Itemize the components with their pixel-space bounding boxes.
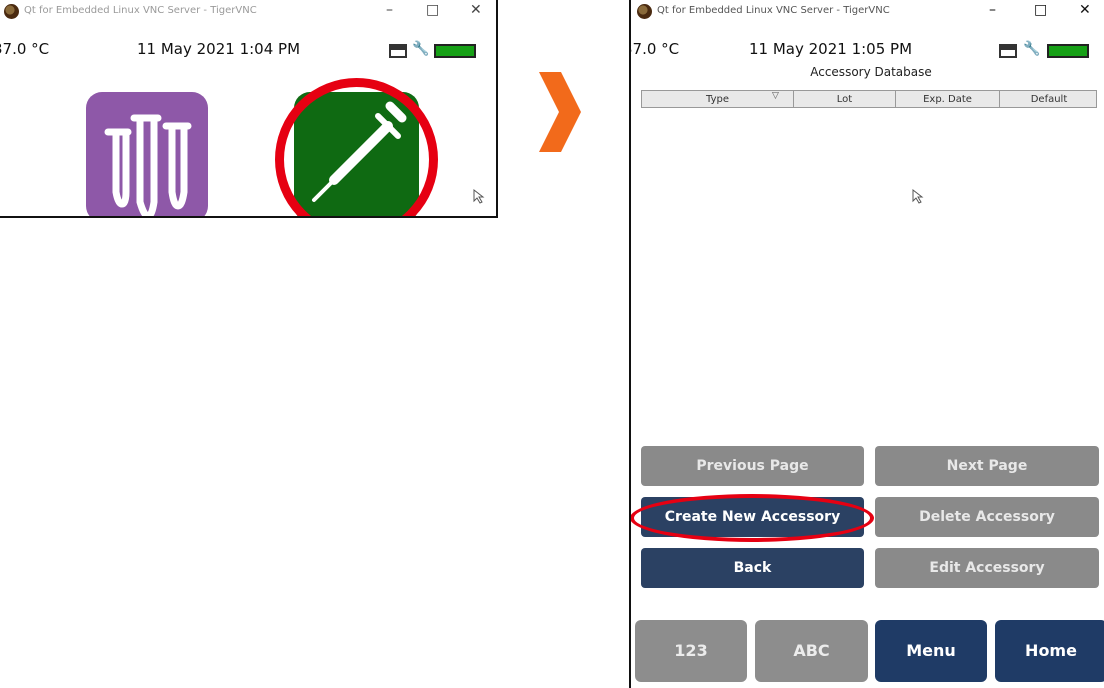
numeric-keypad-button[interactable]: 123 [635,620,747,682]
left-vnc-window: Qt for Embedded Linux VNC Server - Tiger… [0,0,498,218]
previous-page-button[interactable]: Previous Page [641,446,864,486]
chevron-right-icon [539,72,581,152]
left-titlebar: Qt for Embedded Linux VNC Server - Tiger… [0,0,496,26]
datetime-readout: 11 May 2021 1:04 PM [137,40,301,58]
calendar-icon[interactable] [389,44,407,58]
right-statusbar: 37.0 °C 11 May 2021 1:05 PM 🔧 [631,40,1104,64]
column-header-default[interactable]: Default [1000,91,1098,107]
battery-icon [434,44,476,58]
datetime-readout: 11 May 2021 1:05 PM [749,40,913,58]
close-button[interactable]: ✕ [1079,2,1091,18]
back-button[interactable]: Back [641,548,864,588]
left-statusbar: 37.0 °C 11 May 2021 1:04 PM 🔧 [0,38,496,62]
accessory-table-header: Type ▽ Lot Exp. Date Default [641,90,1097,108]
temperature-readout: 37.0 °C [631,40,680,58]
column-header-lot[interactable]: Lot [794,91,896,107]
battery-icon [1047,44,1089,58]
edit-accessory-button[interactable]: Edit Accessory [875,548,1099,588]
screen-title: Accessory Database [810,65,932,79]
menu-button[interactable]: Menu [875,620,987,682]
column-header-exp-date[interactable]: Exp. Date [896,91,1000,107]
maximize-button[interactable]: □ [426,2,439,18]
home-button[interactable]: Home [995,620,1104,682]
calendar-icon[interactable] [999,44,1017,58]
tigervnc-icon [637,4,652,19]
highlight-ellipse [631,494,874,542]
wrench-icon[interactable]: 🔧 [1023,41,1040,57]
window-title: Qt for Embedded Linux VNC Server - Tiger… [657,5,890,16]
tubes-tile[interactable] [86,92,208,216]
wrench-icon[interactable]: 🔧 [412,41,429,57]
alpha-keypad-button[interactable]: ABC [755,620,868,682]
delete-accessory-button[interactable]: Delete Accessory [875,497,1099,537]
minimize-button[interactable]: – [989,2,996,18]
minimize-button[interactable]: – [386,2,393,18]
sort-indicator-icon: ▽ [772,91,779,101]
close-button[interactable]: ✕ [470,2,482,18]
tubes-icon [104,114,192,216]
maximize-button[interactable]: □ [1034,2,1047,18]
mouse-cursor-icon [912,188,924,204]
temperature-readout: 37.0 °C [0,40,50,58]
right-vnc-window: Qt for Embedded Linux VNC Server - Tiger… [629,0,1104,688]
tigervnc-icon [4,4,19,19]
next-page-button[interactable]: Next Page [875,446,1099,486]
window-title: Qt for Embedded Linux VNC Server - Tiger… [24,5,257,16]
accessory-table-body[interactable] [641,108,1097,428]
mouse-cursor-icon [473,188,485,204]
right-titlebar: Qt for Embedded Linux VNC Server - Tiger… [631,0,1104,26]
